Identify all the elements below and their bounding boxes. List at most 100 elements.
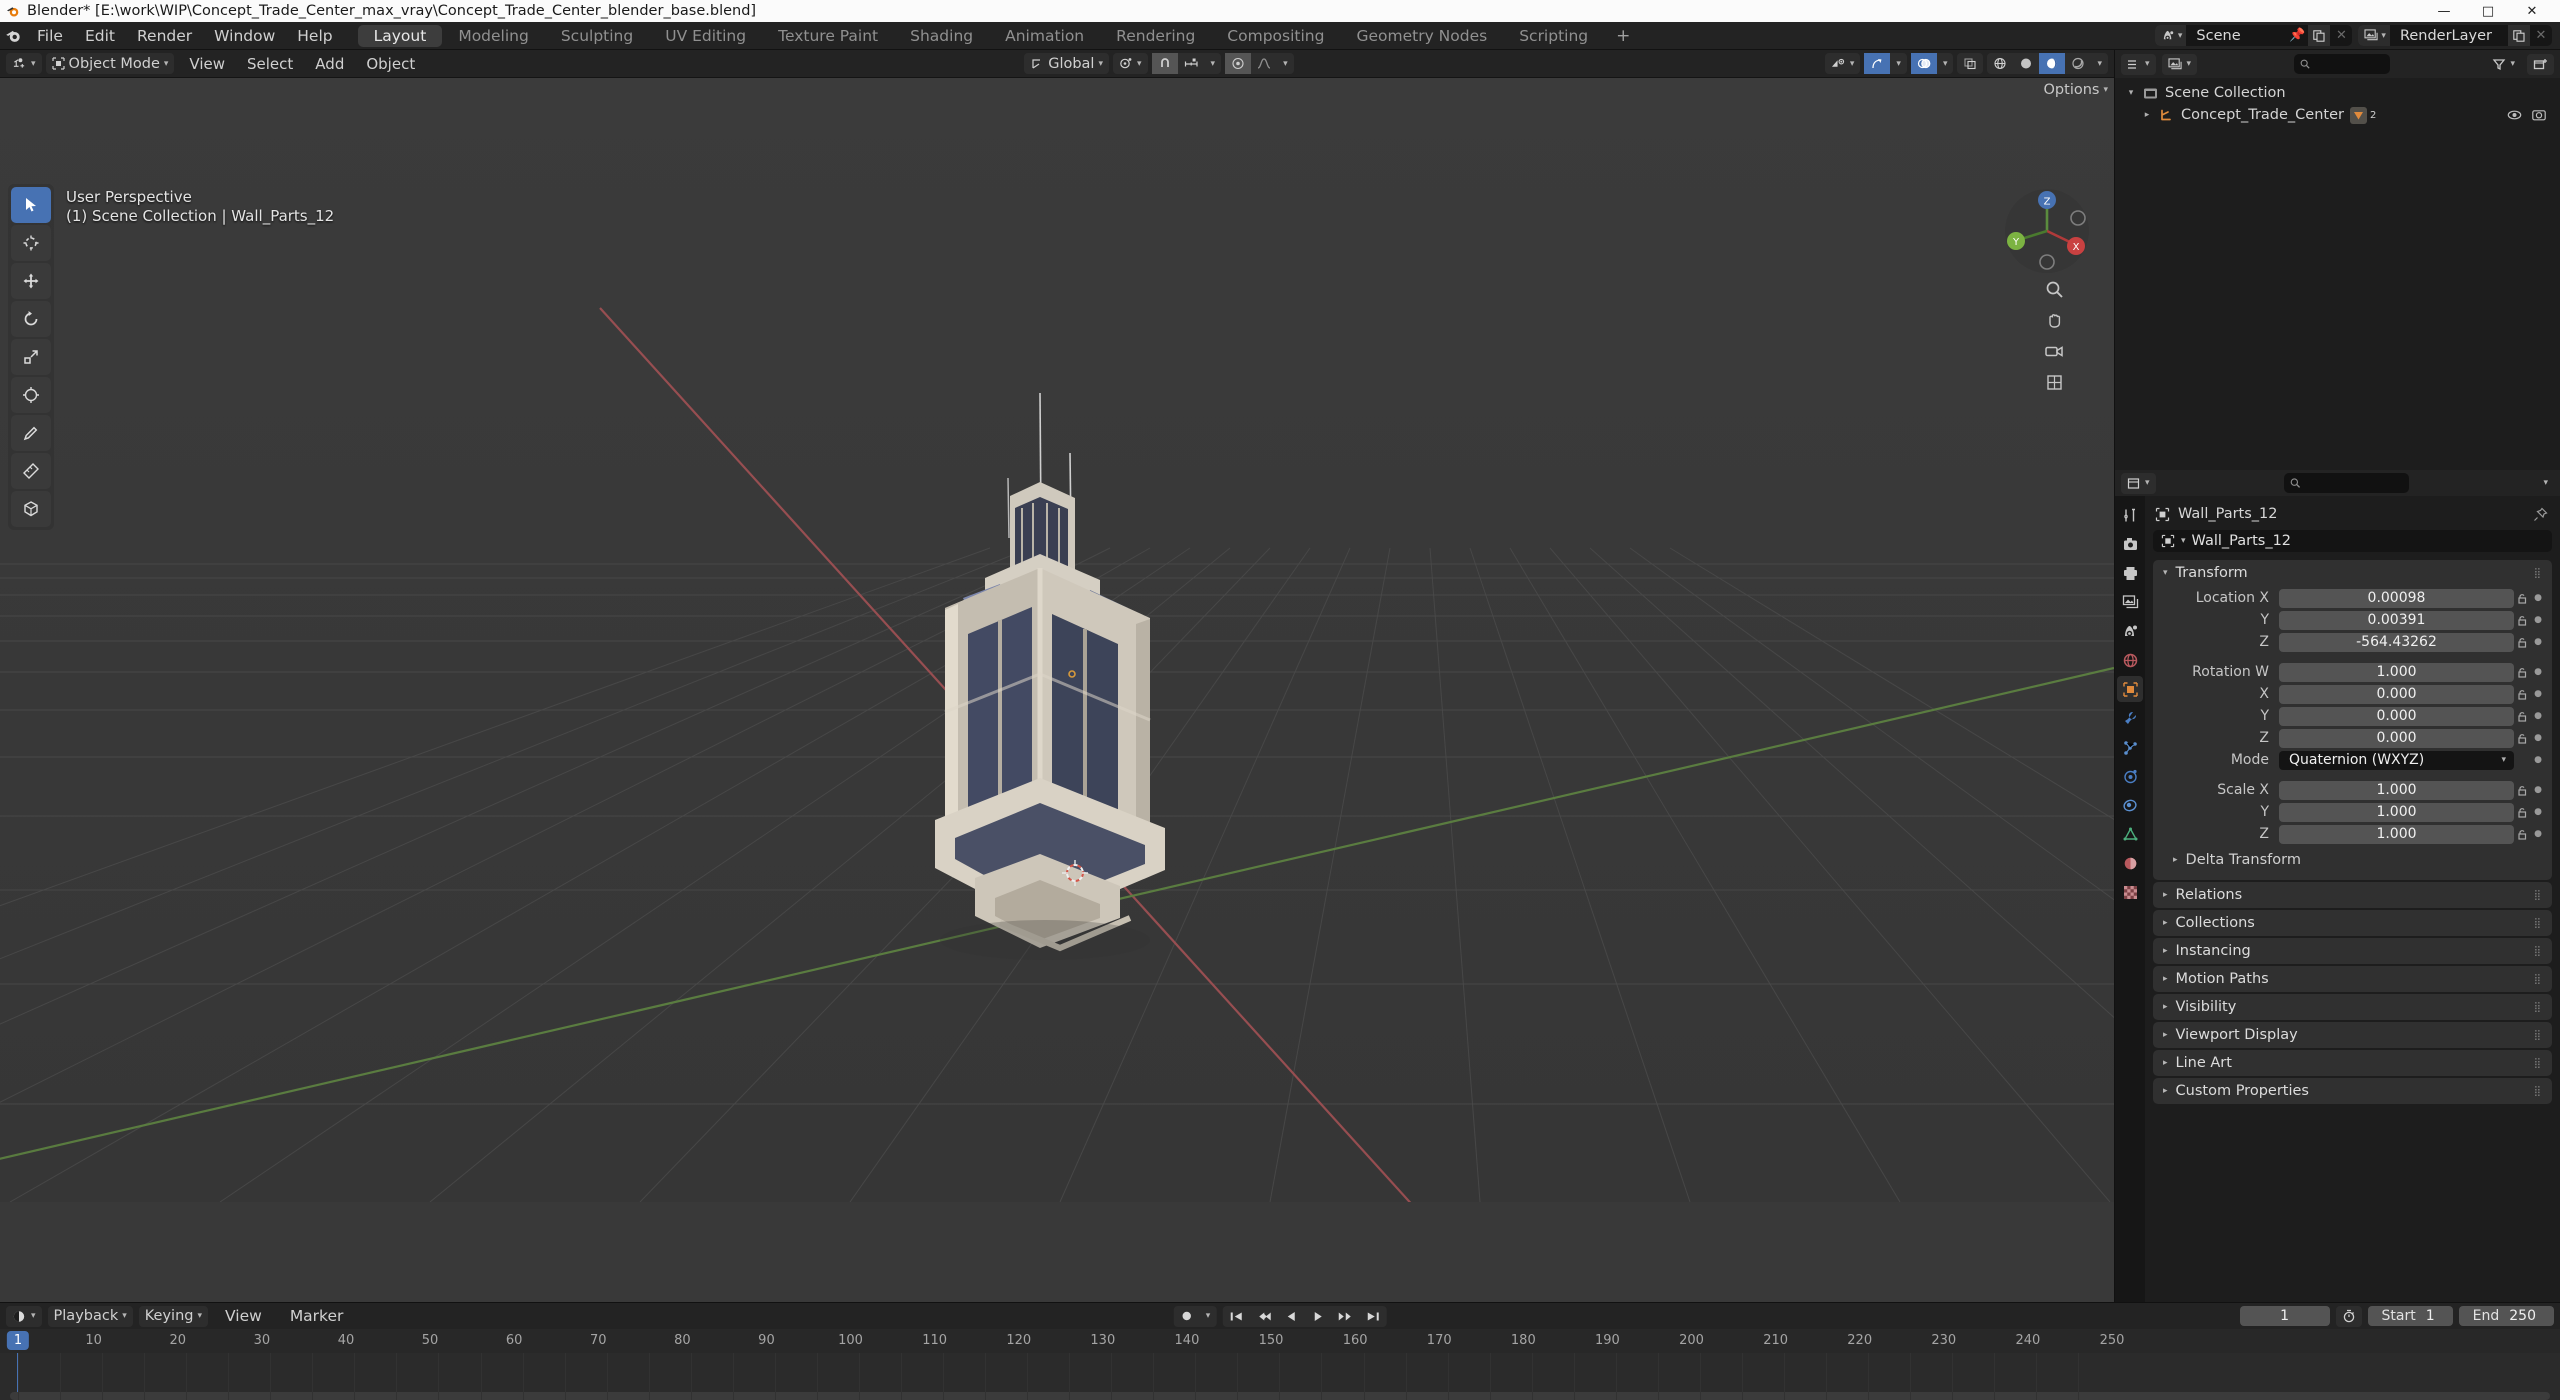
panel-custom-properties[interactable]: ▸ Custom Properties ⣿ bbox=[2153, 1078, 2552, 1104]
viewport-menu-select[interactable]: Select bbox=[236, 53, 304, 75]
scene-tab[interactable] bbox=[2117, 618, 2143, 644]
rotation-lock-icon-0[interactable] bbox=[2514, 666, 2530, 679]
panel-header[interactable]: ▸ Motion Paths ⣿ bbox=[2153, 966, 2552, 992]
menu-edit[interactable]: Edit bbox=[74, 25, 126, 47]
use-preview-range-icon[interactable] bbox=[2335, 1305, 2362, 1327]
current-frame-field[interactable]: 1 bbox=[2239, 1306, 2330, 1326]
delete-viewlayer-icon[interactable]: ✕ bbox=[2530, 25, 2552, 46]
physics-tab[interactable] bbox=[2117, 763, 2143, 789]
scale-lock-icon-1[interactable] bbox=[2514, 806, 2530, 819]
workspace-tab-compositing[interactable]: Compositing bbox=[1211, 25, 1340, 47]
scale-animate-dot-2[interactable]: ● bbox=[2530, 829, 2546, 839]
pivot-point-dropdown[interactable]: ▾ bbox=[1113, 53, 1148, 74]
workspace-tab-animation[interactable]: Animation bbox=[989, 25, 1100, 47]
delete-scene-icon[interactable]: ✕ bbox=[2330, 25, 2352, 46]
outliner-display-mode-button[interactable]: ▾ bbox=[2161, 53, 2198, 75]
close-button[interactable]: ✕ bbox=[2510, 0, 2554, 22]
scale-animate-dot-0[interactable]: ● bbox=[2530, 785, 2546, 795]
new-collection-icon[interactable] bbox=[2527, 53, 2554, 75]
scale-tool[interactable] bbox=[11, 339, 51, 375]
keying-menu[interactable]: Keying ▾ bbox=[138, 1305, 209, 1327]
falloff-chevron-down-icon[interactable]: ▾ bbox=[1277, 53, 1294, 74]
overlays-chevron-down-icon[interactable]: ▾ bbox=[1937, 53, 1954, 74]
timeline-view-menu[interactable]: View bbox=[214, 1305, 273, 1327]
rotation-value-2[interactable]: 0.000 bbox=[2279, 706, 2514, 726]
menu-help[interactable]: Help bbox=[286, 25, 343, 47]
rotation-animate-dot-2[interactable]: ● bbox=[2530, 711, 2546, 721]
workspace-tab-geometry-nodes[interactable]: Geometry Nodes bbox=[1340, 25, 1503, 47]
pin-id-icon[interactable] bbox=[2533, 507, 2548, 522]
jump-to-prev-keyframe-button[interactable] bbox=[1249, 1306, 1278, 1327]
delta-transform-disclosure-icon[interactable]: ▸ bbox=[2173, 855, 2178, 865]
timeline-editor-type-button[interactable]: ▾ bbox=[6, 1305, 42, 1327]
material-preview-shading-icon[interactable] bbox=[2039, 53, 2066, 74]
menu-file[interactable]: File bbox=[26, 25, 74, 47]
panel-disclosure-icon[interactable]: ▸ bbox=[2163, 1058, 2168, 1068]
outliner-item-concept-trade-center[interactable]: ▸ Concept_Trade_Center 2 bbox=[2115, 104, 2560, 126]
workspace-tab-modeling[interactable]: Modeling bbox=[442, 25, 545, 47]
rotation-animate-dot-3[interactable]: ● bbox=[2530, 733, 2546, 743]
rotation-lock-icon-2[interactable] bbox=[2514, 710, 2530, 723]
rotation-animate-dot-0[interactable]: ● bbox=[2530, 667, 2546, 677]
snap-chevron-down-icon[interactable]: ▾ bbox=[1205, 53, 1222, 74]
scale-animate-dot-1[interactable]: ● bbox=[2530, 807, 2546, 817]
outliner-editor-type-button[interactable]: ▾ bbox=[2121, 53, 2156, 75]
jump-to-start-button[interactable] bbox=[1222, 1306, 1249, 1327]
wireframe-shading-icon[interactable] bbox=[1987, 53, 2013, 74]
properties-search-input[interactable] bbox=[2284, 473, 2409, 493]
timeline-tracks[interactable] bbox=[0, 1353, 2560, 1400]
data-tab[interactable] bbox=[2117, 821, 2143, 847]
annotate-tool[interactable] bbox=[11, 415, 51, 451]
show-overlays-icon[interactable] bbox=[1910, 53, 1937, 74]
solid-shading-icon[interactable] bbox=[2013, 53, 2039, 74]
auto-keying-chevron-icon[interactable]: ▾ bbox=[1200, 1306, 1217, 1327]
particles-tab[interactable] bbox=[2117, 734, 2143, 760]
scene-collection-disclosure-icon[interactable]: ▾ bbox=[2125, 88, 2137, 98]
rendered-shading-icon[interactable] bbox=[2065, 53, 2091, 74]
panel-disclosure-icon[interactable]: ▸ bbox=[2163, 890, 2168, 900]
panel-disclosure-icon[interactable]: ▸ bbox=[2163, 974, 2168, 984]
viewport-menu-view[interactable]: View bbox=[178, 53, 236, 75]
panel-disclosure-icon[interactable]: ▸ bbox=[2163, 1002, 2168, 1012]
location-lock-icon-2[interactable] bbox=[2514, 636, 2530, 649]
timeline-marker-menu[interactable]: Marker bbox=[279, 1305, 355, 1327]
outliner-search-input[interactable] bbox=[2293, 54, 2390, 74]
panel-header[interactable]: ▸ Custom Properties ⣿ bbox=[2153, 1078, 2552, 1104]
tweak-select-tool[interactable] bbox=[11, 187, 51, 223]
location-value-1[interactable]: 0.00391 bbox=[2279, 610, 2514, 630]
shading-chevron-down-icon[interactable]: ▾ bbox=[2091, 53, 2108, 74]
new-scene-icon[interactable] bbox=[2308, 25, 2331, 46]
outliner-filter-icon[interactable]: ▾ bbox=[2486, 54, 2521, 75]
gizmo-chevron-down-icon[interactable]: ▾ bbox=[1890, 53, 1907, 74]
object-mode-dropdown[interactable]: Object Mode ▾ bbox=[45, 53, 175, 74]
panel-header[interactable]: ▸ Instancing ⣿ bbox=[2153, 938, 2552, 964]
transform-panel-header[interactable]: ▾ Transform ⣿ bbox=[2153, 560, 2552, 586]
maximize-button[interactable]: □ bbox=[2466, 0, 2510, 22]
pan-view-icon[interactable] bbox=[2039, 305, 2069, 335]
panel-visibility[interactable]: ▸ Visibility ⣿ bbox=[2153, 994, 2552, 1020]
start-frame-field[interactable]: Start 1 bbox=[2367, 1306, 2453, 1326]
object-tab[interactable] bbox=[2117, 676, 2143, 702]
rotation-value-0[interactable]: 1.000 bbox=[2279, 662, 2514, 682]
workspace-tab-shading[interactable]: Shading bbox=[894, 25, 989, 47]
visibility-selector[interactable]: ▾ bbox=[1824, 53, 1861, 74]
end-frame-field[interactable]: End 250 bbox=[2458, 1306, 2554, 1326]
location-lock-icon-1[interactable] bbox=[2514, 614, 2530, 627]
panel-header[interactable]: ▸ Collections ⣿ bbox=[2153, 910, 2552, 936]
world-tab[interactable] bbox=[2117, 647, 2143, 673]
panel-disclosure-icon[interactable]: ▸ bbox=[2163, 1030, 2168, 1040]
hide-in-viewport-icon[interactable] bbox=[2507, 109, 2522, 121]
rotation-mode-dropdown[interactable]: Quaternion (WXYZ) ▾ bbox=[2279, 750, 2514, 770]
rotation-mode-animate-dot[interactable]: ● bbox=[2530, 755, 2546, 765]
panel-motion-paths[interactable]: ▸ Motion Paths ⣿ bbox=[2153, 966, 2552, 992]
properties-editor-type-button[interactable]: ▾ bbox=[2121, 472, 2156, 494]
add-cube-tool[interactable] bbox=[11, 491, 51, 527]
snap-magnet-icon[interactable] bbox=[1151, 53, 1178, 74]
camera-view-icon[interactable] bbox=[2039, 336, 2069, 366]
properties-options-chevron-icon[interactable]: ▾ bbox=[2537, 473, 2554, 494]
viewport-menu-add[interactable]: Add bbox=[304, 53, 355, 75]
panel-header[interactable]: ▸ Viewport Display ⣿ bbox=[2153, 1022, 2552, 1048]
location-value-2[interactable]: -564.43262 bbox=[2279, 632, 2514, 652]
falloff-curve-icon[interactable] bbox=[1251, 53, 1277, 74]
transform-orientation-dropdown[interactable]: Global ▾ bbox=[1024, 53, 1109, 74]
